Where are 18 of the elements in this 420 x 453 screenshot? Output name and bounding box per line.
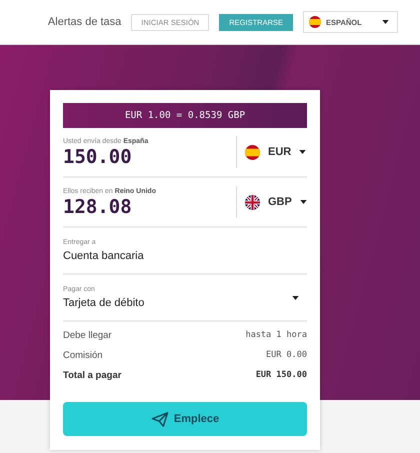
caret-icon	[300, 200, 307, 204]
caret-icon	[299, 150, 306, 154]
amount-input[interactable]: 150.00	[63, 146, 236, 168]
currency-select[interactable]: GBP	[236, 186, 307, 218]
summary-value: EUR 150.00	[256, 370, 307, 382]
amount-input[interactable]: 128.08	[63, 196, 236, 218]
start-button[interactable]: Emplece	[63, 402, 307, 436]
summary-value: EUR 0.00	[266, 350, 307, 362]
exchange-rate-banner: EUR 1.00 = 0.8539 GBP	[63, 103, 307, 128]
paper-plane-icon	[150, 412, 169, 426]
currency-select[interactable]: EUR	[236, 136, 307, 168]
summary-value: hasta 1 hora	[246, 330, 307, 342]
summary-label: Comisión	[63, 350, 103, 363]
summary-label: Total a pagar	[63, 370, 122, 383]
caret-icon	[292, 296, 299, 300]
rate-alerts-link[interactable]: Alertas de tasa	[48, 16, 122, 28]
caret-icon	[382, 20, 389, 24]
summary-label: Debe llegar	[63, 330, 112, 343]
